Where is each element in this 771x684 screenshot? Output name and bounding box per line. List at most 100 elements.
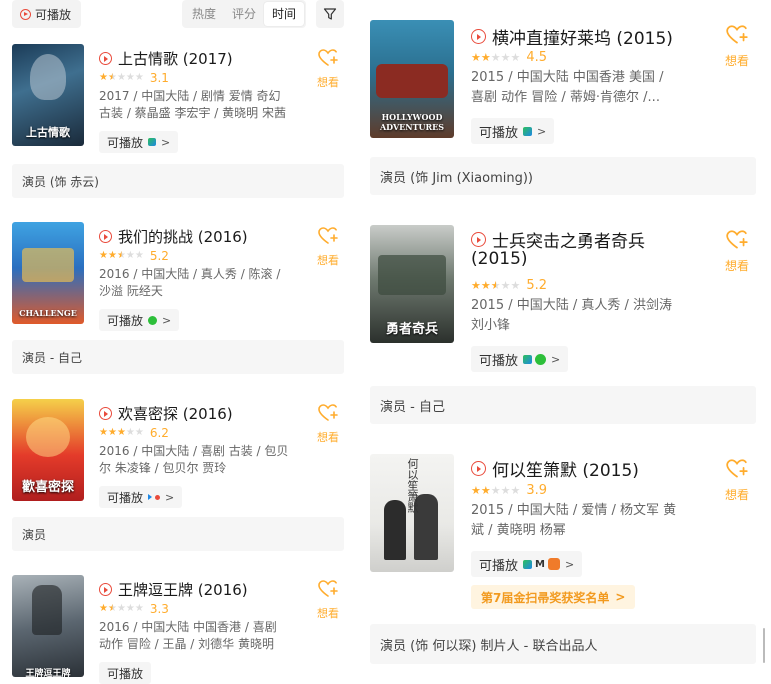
chevron-right-icon: >	[165, 490, 175, 504]
movie-title-row[interactable]: 上古情歌 (2017)	[99, 48, 233, 69]
star-icon: ★	[510, 483, 521, 497]
want-to-watch-button[interactable]: 想看	[313, 403, 343, 445]
sort-tab-time[interactable]: 时间	[264, 2, 305, 26]
chevron-right-icon: >	[551, 352, 561, 366]
poster-image: 何以笙箫默	[370, 454, 454, 572]
youku-dot-icon	[155, 494, 161, 500]
star-icon: ★	[134, 427, 144, 438]
rating-row: ★ ★ ★ ★ ★ 5.2	[471, 278, 547, 293]
star-icon: ★	[500, 278, 511, 292]
movie-title: 王牌逗王牌 (2016)	[118, 581, 248, 599]
poster-image: 勇者奇兵	[370, 225, 454, 343]
star-icon: ★	[125, 427, 135, 438]
role-info: 演员	[12, 517, 344, 551]
movie-title-row[interactable]: 何以笙箫默 (2015)	[471, 456, 639, 481]
star-icon: ★	[116, 72, 126, 83]
play-icon	[471, 232, 486, 247]
play-sources-button[interactable]: 可播放 >	[99, 486, 183, 508]
want-to-watch-label: 想看	[317, 254, 339, 267]
star-icon: ★	[480, 278, 491, 292]
play-icon	[99, 583, 112, 596]
poster-image: 上古情歌	[12, 44, 84, 146]
movie-card[interactable]: 王牌逗王牌 王牌逗王牌 (2016) ★ ★ ★ ★ ★ 3.3 2016 / 中国大陆…	[0, 575, 352, 684]
rating-row: ★ ★ ★ ★ ★ 3.9	[471, 483, 547, 498]
play-sources-button[interactable]: 可播放	[99, 662, 152, 684]
want-to-watch-button[interactable]: 想看	[313, 579, 343, 621]
heart-plus-icon	[726, 25, 748, 44]
star-icon: ★	[116, 427, 126, 438]
sort-tab-hot[interactable]: 热度	[184, 2, 224, 26]
movie-title-row[interactable]: 欢喜密探 (2016)	[99, 403, 233, 424]
movie-card[interactable]: 歡喜密探 欢喜密探 (2016) ★ ★ ★ ★ ★ 6.2 2016 / 中国大陆 /…	[0, 399, 352, 559]
iqiyi-icon	[535, 353, 547, 365]
play-sources-button[interactable]: 可播放 >	[471, 346, 569, 372]
rating-score: 4.5	[526, 50, 548, 65]
star-rating: ★ ★ ★ ★ ★	[471, 278, 520, 292]
star-half-icon: ★	[107, 603, 117, 614]
rating-score: 6.2	[149, 426, 169, 440]
poster-image: 歡喜密探	[12, 399, 84, 501]
role-info: 演员 (饰 Jim (Xiaoming))	[370, 157, 756, 195]
movie-title-row[interactable]: 王牌逗王牌 (2016)	[99, 579, 248, 600]
movie-card[interactable]: 勇者奇兵 士兵突击之勇者奇兵 (2015) ★ ★ ★ ★ ★ 5.2 2015 / 中…	[362, 225, 771, 430]
movie-title-row[interactable]: 我们的挑战 (2016)	[99, 226, 248, 247]
movie-year: (2015)	[471, 249, 528, 269]
sort-tab-rating[interactable]: 评分	[224, 2, 264, 26]
movie-info: 2015 / 中国大陆 / 真人秀 / 洪剑涛 刘小锋	[471, 298, 673, 333]
tencent-video-icon	[148, 138, 157, 146]
star-half-icon: ★	[490, 278, 501, 292]
movie-card[interactable]: CHALLENGE 我们的挑战 (2016) ★ ★ ★ ★ ★ 5.2 2016 / …	[0, 222, 352, 382]
movie-title: 我们的挑战 (2016)	[118, 228, 248, 246]
bilibili-icon	[547, 558, 560, 570]
star-icon: ★	[480, 50, 491, 64]
movie-title: 横冲直撞好莱坞 (2015)	[492, 29, 673, 49]
play-icon	[99, 407, 112, 420]
filter-button[interactable]	[316, 0, 344, 28]
star-icon: ★	[99, 427, 108, 438]
poster-image: CHALLENGE	[12, 222, 84, 324]
want-to-watch-button[interactable]: 想看	[313, 226, 343, 268]
playable-filter-button[interactable]: 可播放	[12, 0, 82, 28]
play-icon	[471, 461, 486, 476]
rating-row: ★ ★ ★ ★ ★ 6.2	[99, 426, 169, 440]
want-to-watch-button[interactable]: 想看	[722, 24, 752, 69]
star-icon: ★	[107, 427, 117, 438]
heart-plus-icon	[318, 580, 338, 597]
movie-card[interactable]: 上古情歌 上古情歌 (2017) ★ ★ ★ ★ ★ 3.1 2017 / 中国大陆 /…	[0, 44, 352, 212]
poster-image: 王牌逗王牌	[12, 575, 84, 677]
heart-plus-icon	[726, 230, 748, 249]
movie-info: 2017 / 中国大陆 / 剧情 爱情 奇幻 古装 / 蔡晶盛 李宏宇 / 黄晓…	[99, 89, 286, 120]
star-icon: ★	[99, 250, 108, 261]
play-sources-button[interactable]: 可播放 M >	[471, 551, 583, 577]
movie-info: 2016 / 中国大陆 中国香港 / 喜剧 动作 冒险 / 王晶 / 刘德华 黄…	[99, 620, 277, 651]
movie-info: 2015 / 中国大陆 / 爱情 / 杨文军 黄 斌 / 黄晓明 杨幂	[471, 503, 677, 538]
want-to-watch-button[interactable]: 想看	[722, 458, 752, 503]
rating-score: 3.3	[149, 602, 169, 616]
star-icon: ★	[99, 603, 108, 614]
movie-card[interactable]: 何以笙箫默 何以笙箫默 (2015) ★ ★ ★ ★ ★ 3.9 2015 / 中国大陆…	[362, 454, 771, 667]
movie-card[interactable]: HOLLYWOOD ADVENTURES 横冲直撞好莱坞 (2015) ★ ★ ★ ★…	[362, 20, 771, 200]
star-icon: ★	[99, 72, 108, 83]
play-sources-button[interactable]: 可播放 >	[99, 309, 180, 331]
rating-score: 5.2	[526, 278, 548, 293]
award-badge[interactable]: 第7届金扫帚奖获奖名单 >	[471, 585, 636, 609]
scrollbar-thumb[interactable]	[763, 628, 765, 663]
movie-title-row-2: (2015)	[471, 249, 528, 269]
chevron-right-icon: >	[615, 590, 626, 604]
play-sources-button[interactable]: 可播放 >	[99, 131, 179, 153]
movie-title: 上古情歌 (2017)	[118, 50, 233, 68]
want-to-watch-label: 想看	[724, 54, 749, 68]
want-to-watch-button[interactable]: 想看	[313, 48, 343, 90]
rating-row: ★ ★ ★ ★ ★ 3.1	[99, 71, 169, 85]
star-icon: ★	[107, 250, 117, 261]
star-rating: ★ ★ ★ ★ ★	[99, 604, 144, 614]
playable-filter-label: 可播放	[35, 7, 72, 22]
chevron-right-icon: >	[161, 135, 171, 149]
star-half-icon: ★	[116, 250, 126, 261]
want-to-watch-button[interactable]: 想看	[722, 229, 752, 274]
star-icon: ★	[125, 72, 135, 83]
movie-title-row[interactable]: 横冲直撞好莱坞 (2015)	[471, 24, 673, 49]
mgtv-icon: M	[535, 558, 545, 570]
play-sources-button[interactable]: 可播放 >	[471, 118, 555, 144]
star-rating: ★ ★ ★ ★ ★	[471, 483, 521, 497]
